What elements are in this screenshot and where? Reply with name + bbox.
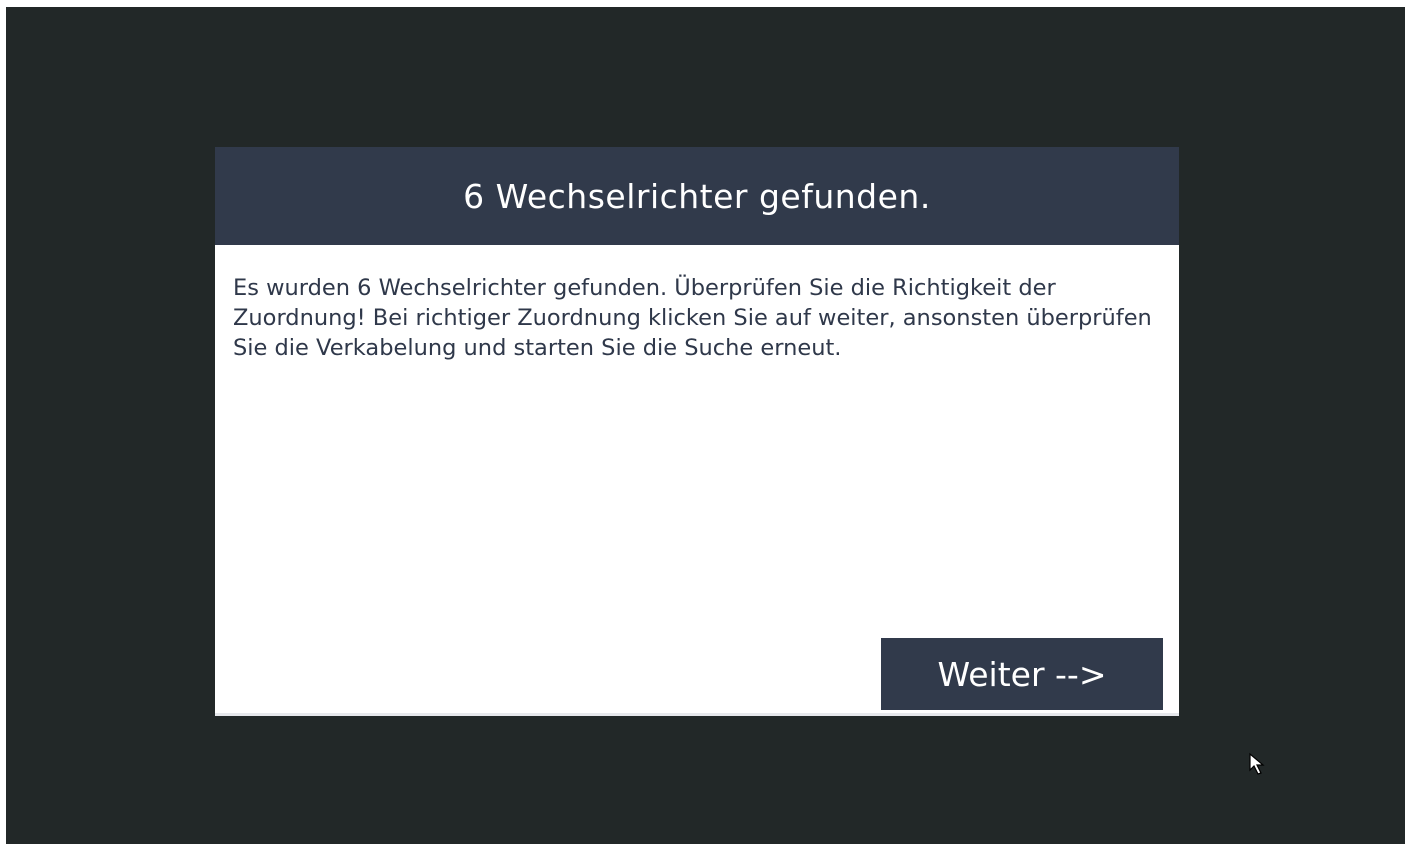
screen-background: 6 Wechselrichter gefunden. Es wurden 6 W…	[6, 7, 1405, 844]
inverter-found-dialog: 6 Wechselrichter gefunden. Es wurden 6 W…	[215, 147, 1179, 716]
dialog-divider	[215, 713, 1179, 716]
mouse-pointer-icon	[1249, 752, 1265, 775]
dialog-message: Es wurden 6 Wechselrichter gefunden. Übe…	[233, 275, 1152, 361]
dialog-title: 6 Wechselrichter gefunden.	[215, 147, 1179, 245]
next-button[interactable]: Weiter -->	[881, 638, 1163, 710]
